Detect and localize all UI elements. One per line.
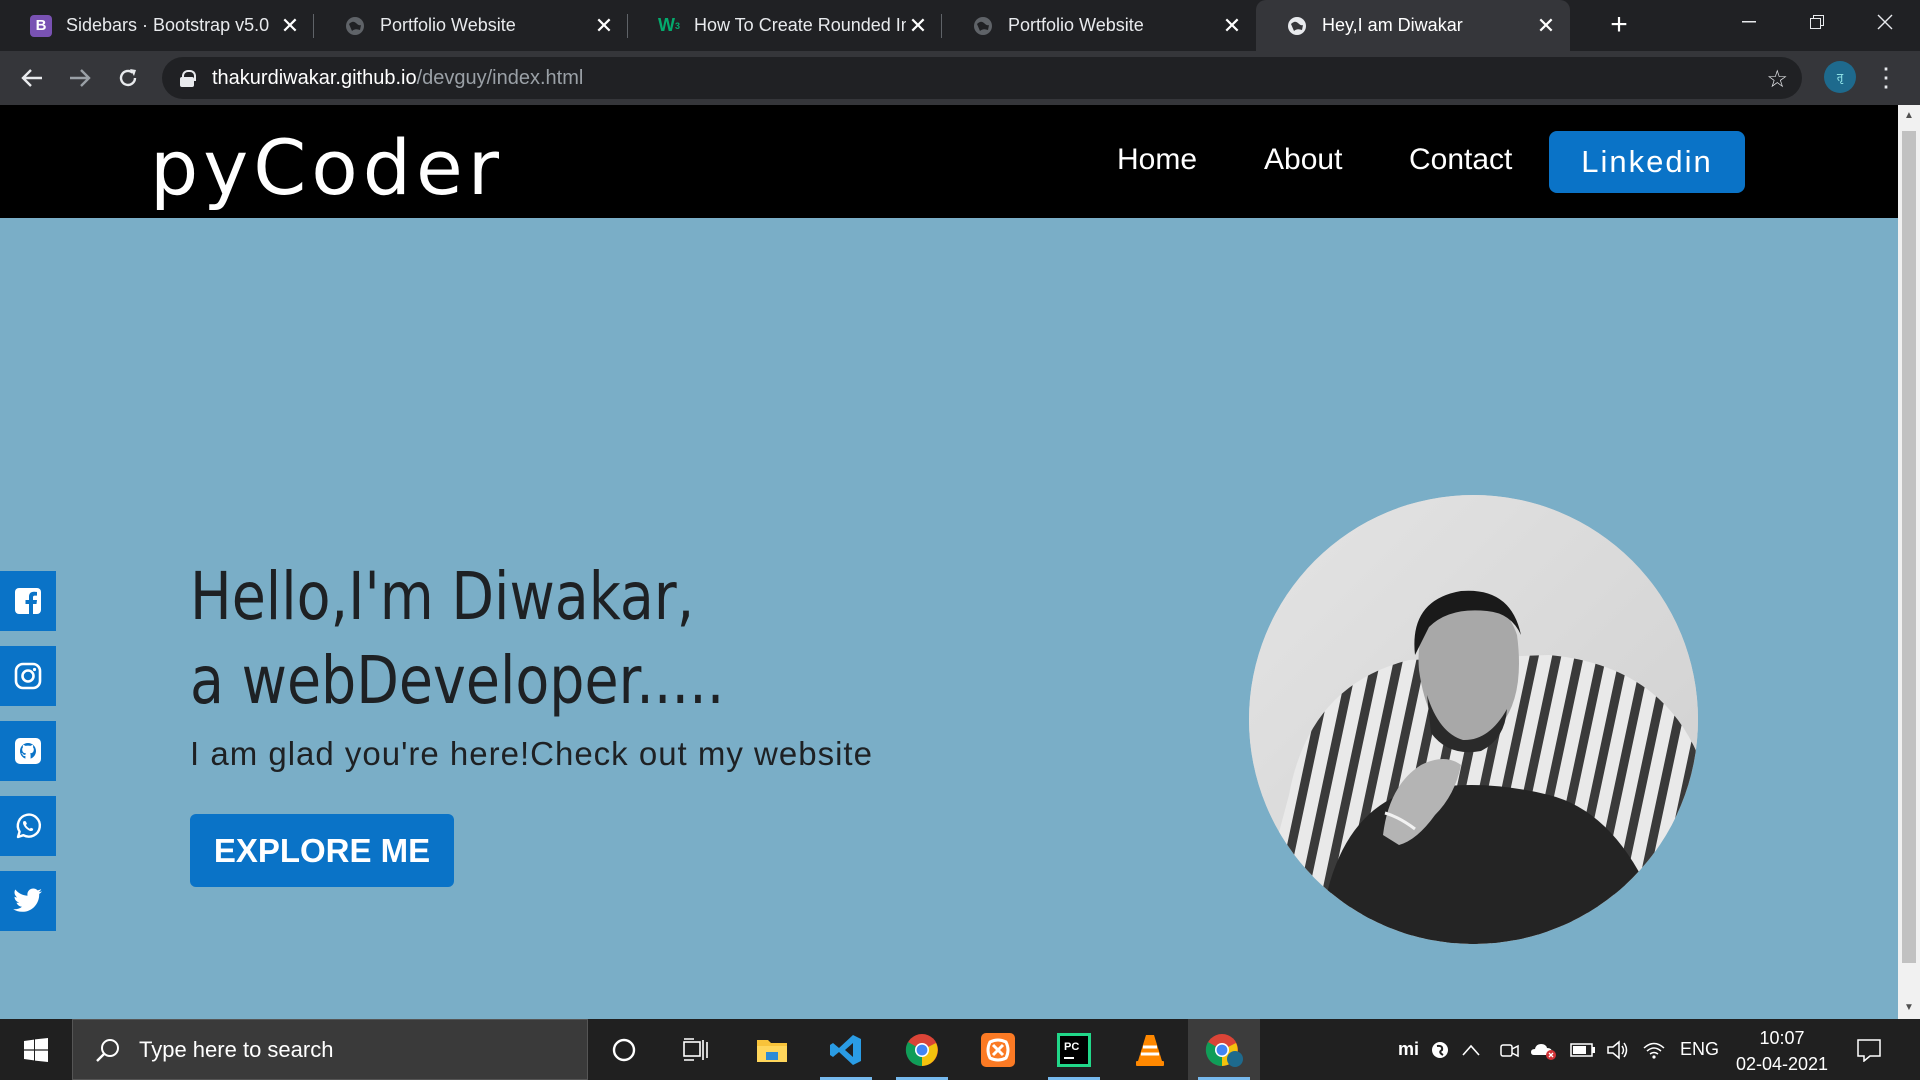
tab-title: Sidebars · Bootstrap v5.0 xyxy=(66,15,270,35)
pycharm-icon[interactable]: PC xyxy=(1038,1019,1110,1080)
search-placeholder: Type here to search xyxy=(139,1036,334,1062)
bookmark-star-icon[interactable]: ☆ xyxy=(1766,65,1788,94)
close-window-icon[interactable] xyxy=(1852,0,1918,44)
meet-now-icon[interactable] xyxy=(1498,1019,1520,1080)
notifications-icon[interactable] xyxy=(1856,1019,1882,1080)
close-tab-icon[interactable]: ✕ xyxy=(1534,13,1558,38)
address-bar[interactable]: thakurdiwakar.github.io/devguy/index.htm… xyxy=(162,57,1802,99)
scrollbar-thumb[interactable] xyxy=(1902,131,1916,963)
facebook-link[interactable] xyxy=(0,571,56,631)
github-link[interactable] xyxy=(0,721,56,781)
globe-favicon-icon xyxy=(344,15,366,37)
search-icon xyxy=(96,1038,119,1062)
tab-title: Portfolio Website xyxy=(1008,15,1144,35)
nav-link-about[interactable]: About xyxy=(1264,143,1342,177)
xampp-icon[interactable] xyxy=(962,1019,1034,1080)
scroll-down-arrow-icon[interactable]: ▼ xyxy=(1903,1002,1915,1014)
tab-sidebars-bootstrap[interactable]: B Sidebars · Bootstrap v5.0 ✕ xyxy=(0,0,314,51)
tab-title: Hey,I am Diwakar xyxy=(1322,15,1463,35)
onedrive-error-icon[interactable] xyxy=(1530,1019,1558,1080)
file-explorer-icon[interactable] xyxy=(736,1019,808,1080)
globe-favicon-icon xyxy=(972,15,994,37)
linkedin-button[interactable]: Linkedin xyxy=(1549,131,1745,193)
twitter-link[interactable] xyxy=(0,871,56,931)
page-scrollbar[interactable]: ▲ ▼ xyxy=(1898,105,1920,1019)
browser-toolbar: thakurdiwakar.github.io/devguy/index.htm… xyxy=(0,51,1920,105)
globe-favicon-icon xyxy=(1286,15,1308,37)
close-tab-icon[interactable]: ✕ xyxy=(592,13,616,38)
nav-link-home[interactable]: Home xyxy=(1117,143,1197,177)
hero-headline: Hello,I'm Diwakar, a webDeveloper..... xyxy=(190,555,724,723)
whatsapp-icon xyxy=(16,813,42,839)
close-tab-icon[interactable]: ✕ xyxy=(906,13,930,38)
facebook-icon xyxy=(15,588,41,614)
page-viewport: pyCoder Home About Contact Linkedin Hell… xyxy=(0,105,1898,1019)
chrome-icon[interactable] xyxy=(886,1019,958,1080)
url-path: /devguy/index.html xyxy=(416,66,584,89)
close-tab-icon[interactable]: ✕ xyxy=(1220,13,1244,38)
svg-text:PC: PC xyxy=(1064,1041,1079,1053)
instagram-icon xyxy=(14,662,42,690)
back-arrow-icon[interactable] xyxy=(14,60,50,96)
hero-headline-line1: Hello,I'm Diwakar, xyxy=(190,558,695,635)
wifi-icon[interactable] xyxy=(1642,1019,1666,1080)
site-navbar: pyCoder Home About Contact Linkedin xyxy=(0,105,1898,218)
input-language[interactable]: ENG xyxy=(1680,1019,1719,1080)
whatsapp-link[interactable] xyxy=(0,796,56,856)
instagram-link[interactable] xyxy=(0,646,56,706)
w3schools-favicon-icon: W3 xyxy=(658,15,681,35)
battery-icon[interactable] xyxy=(1570,1019,1596,1080)
chevron-up-icon[interactable] xyxy=(1462,1019,1480,1080)
lock-icon[interactable] xyxy=(180,70,196,87)
reload-icon[interactable] xyxy=(110,60,146,96)
windows-taskbar: Type here to search PC mi ENG 10:07 02-0… xyxy=(0,1019,1920,1080)
taskbar-search-box[interactable]: Type here to search xyxy=(72,1019,588,1080)
clock-date: 02-04-2021 xyxy=(1735,1054,1829,1074)
new-tab-icon[interactable]: + xyxy=(1602,8,1636,42)
cortana-icon[interactable] xyxy=(588,1019,660,1080)
browser-tab-strip: B Sidebars · Bootstrap v5.0 ✕ Portfolio … xyxy=(0,0,1920,51)
tab-portfolio-website[interactable]: Portfolio Website ✕ xyxy=(314,0,628,51)
restore-icon[interactable] xyxy=(1784,0,1850,44)
taskbar-clock[interactable]: 10:07 02-04-2021 xyxy=(1722,1025,1842,1077)
sync-icon[interactable] xyxy=(1430,1019,1450,1080)
tab-title: Portfolio Website xyxy=(380,15,516,35)
tab-portfolio-website-2[interactable]: Portfolio Website ✕ xyxy=(942,0,1256,51)
chrome-profile-icon[interactable] xyxy=(1188,1019,1260,1080)
twitter-icon xyxy=(13,888,42,912)
tab-title: How To Create Rounded Im xyxy=(694,15,906,35)
profile-photo xyxy=(1249,495,1698,944)
explore-me-button[interactable]: EXPLORE ME xyxy=(190,814,454,887)
volume-icon[interactable] xyxy=(1606,1019,1630,1080)
bootstrap-favicon-icon: B xyxy=(30,14,52,37)
github-icon xyxy=(15,738,41,764)
close-tab-icon[interactable]: ✕ xyxy=(278,13,302,38)
url-host: thakurdiwakar.github.io xyxy=(212,66,417,89)
clock-time: 10:07 xyxy=(1759,1028,1805,1048)
minimize-icon[interactable] xyxy=(1716,0,1782,44)
hero-headline-line2: a webDeveloper..... xyxy=(190,642,725,719)
menu-dots-icon[interactable]: ⋮ xyxy=(1873,61,1899,93)
forward-arrow-icon[interactable] xyxy=(62,60,98,96)
tab-how-to-create-rounded[interactable]: W3 How To Create Rounded Im ✕ xyxy=(628,0,942,51)
task-view-icon[interactable] xyxy=(660,1019,732,1080)
nav-link-contact[interactable]: Contact xyxy=(1409,143,1512,177)
profile-avatar[interactable]: तृ xyxy=(1824,61,1856,93)
mi-icon[interactable]: mi xyxy=(1398,1019,1419,1080)
windows-start-icon[interactable] xyxy=(0,1019,72,1080)
tab-hey-i-am-diwakar[interactable]: Hey,I am Diwakar ✕ xyxy=(1256,0,1570,51)
vlc-icon[interactable] xyxy=(1114,1019,1186,1080)
site-brand-logo[interactable]: pyCoder xyxy=(150,123,504,212)
vscode-icon[interactable] xyxy=(810,1019,882,1080)
scroll-up-arrow-icon[interactable]: ▲ xyxy=(1903,110,1915,122)
hero-tagline: I am glad you're here!Check out my websi… xyxy=(190,735,873,772)
